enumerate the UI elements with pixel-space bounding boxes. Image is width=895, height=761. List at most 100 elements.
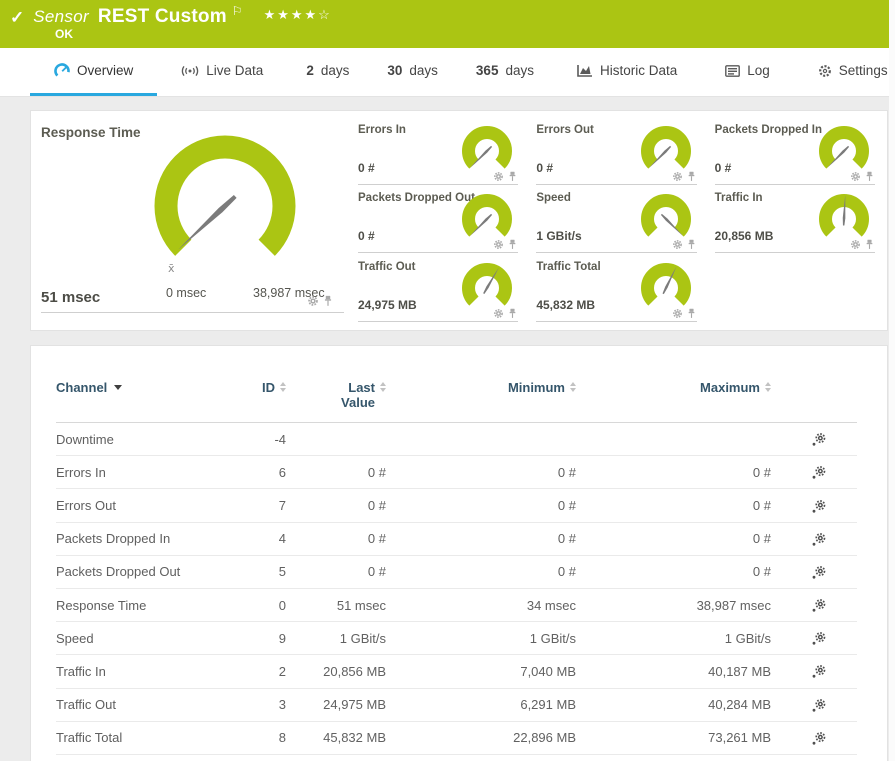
tab-365-days[interactable]: 365days [457,48,553,96]
channel-settings-icon[interactable] [811,565,826,580]
cell-last-value: 1 GBit/s [286,631,386,646]
sort-descending-icon [114,385,122,390]
cell-maximum: 0 # [576,531,771,546]
cell-id: 3 [231,697,286,712]
gauge-settings-gear-icon[interactable] [672,308,683,319]
cell-last-value: 0 # [286,564,386,579]
gauge-tile: Traffic Out 24,975 MB [358,254,518,322]
cell-maximum: 0 # [576,498,771,513]
gauge-settings-gear-icon[interactable] [493,171,504,182]
live-data-icon [181,64,199,78]
cell-channel: Packets Dropped In [56,531,231,546]
gauge-pin-icon[interactable] [322,295,334,307]
tab-settings[interactable]: Settings [794,48,889,96]
tab-2-days[interactable]: 2days [287,48,368,96]
historic-data-icon [577,64,593,77]
tab-log[interactable]: Log [701,48,794,96]
prtg-sensor-page: ✓ Sensor REST Custom ⚐ ★★★★☆ OK Overview [0,0,889,761]
cell-minimum: 1 GBit/s [386,631,576,646]
gauge-pin-icon[interactable] [507,171,518,182]
gauge-pin-icon[interactable] [686,239,697,250]
table-row[interactable]: Packets Dropped Out 5 0 # 0 # 0 # [56,556,857,589]
channel-table-panel: Channel ID Last Value Minimum Maximum [30,345,888,761]
gauge-pin-icon[interactable] [864,239,875,250]
cell-last-value: 45,832 MB [286,730,386,745]
channel-gauge-label: Traffic Total [536,261,600,273]
channel-settings-icon[interactable] [811,532,826,547]
table-row[interactable]: Errors In 6 0 # 0 # 0 # [56,456,857,489]
cell-channel: Response Time [56,598,231,613]
cell-last-value: 24,975 MB [286,697,386,712]
column-header-channel[interactable]: Channel [56,380,231,395]
cell-channel: Speed [56,631,231,646]
channel-gauge-value: 45,832 MB [536,298,595,312]
channel-settings-icon[interactable] [811,499,826,514]
cell-id: 7 [231,498,286,513]
table-row[interactable]: Traffic In 2 20,856 MB 7,040 MB 40,187 M… [56,655,857,688]
flag-icon[interactable]: ⚐ [232,4,243,18]
table-row[interactable]: Downtime -4 [56,423,857,456]
cell-id: -4 [231,432,286,447]
gauge-needle [176,194,237,251]
gauge-tile: Traffic In 20,856 MB [715,185,875,253]
table-row[interactable]: Errors Out 7 0 # 0 # 0 # [56,489,857,522]
channel-settings-icon[interactable] [811,631,826,646]
column-header-maximum[interactable]: Maximum [576,380,771,395]
cell-id: 2 [231,664,286,679]
channel-settings-icon[interactable] [811,432,826,447]
gauge-pin-icon[interactable] [864,171,875,182]
channel-settings-icon[interactable] [811,731,826,746]
tab-30-days[interactable]: 30days [368,48,457,96]
gauge-settings-gear-icon[interactable] [672,171,683,182]
priority-stars[interactable]: ★★★★☆ [264,7,332,23]
table-header-row: Channel ID Last Value Minimum Maximum [56,380,857,423]
gauge-pin-icon[interactable] [686,171,697,182]
channel-gauge [818,125,870,177]
table-row[interactable]: Packets Dropped In 4 0 # 0 # 0 # [56,523,857,556]
column-header-last-value[interactable]: Last Value [286,380,386,410]
gauge-icon [54,63,70,79]
mini-gauge-grid: Errors In 0 # Errors Out 0 # [358,117,875,322]
gauge-settings-gear-icon[interactable] [672,239,683,250]
gauge-settings-gear-icon[interactable] [850,171,861,182]
gauge-pin-icon[interactable] [686,308,697,319]
page-content: Response Time x̄ 0 msec 38,987 msec 51 m… [0,97,889,761]
column-header-minimum[interactable]: Minimum [386,380,576,395]
gauge-settings-gear-icon[interactable] [307,295,319,307]
channel-gauge-value: 24,975 MB [358,298,417,312]
cell-maximum: 0 # [576,465,771,480]
column-header-id[interactable]: ID [231,380,286,395]
channel-settings-icon[interactable] [811,465,826,480]
gauge-pin-icon[interactable] [507,308,518,319]
gauge-settings-gear-icon[interactable] [493,308,504,319]
tab-bar: Overview Live Data 2days 30days 365days [0,48,889,97]
table-row[interactable]: Speed 9 1 GBit/s 1 GBit/s 1 GBit/s [56,622,857,655]
gauge-pin-icon[interactable] [507,239,518,250]
channel-settings-icon[interactable] [811,664,826,679]
gauge-settings-gear-icon[interactable] [493,239,504,250]
channel-gauge [640,262,692,314]
gauge-settings-gear-icon[interactable] [850,239,861,250]
cell-maximum: 40,284 MB [576,697,771,712]
tab-historic-data[interactable]: Historic Data [553,48,701,96]
cell-maximum: 1 GBit/s [576,631,771,646]
tab-overview[interactable]: Overview [30,48,157,96]
cell-id: 4 [231,531,286,546]
settings-gear-icon [818,64,832,78]
sensor-name: REST Custom [98,6,227,28]
channel-gauge [461,125,513,177]
cell-maximum: 0 # [576,564,771,579]
channel-settings-icon[interactable] [811,698,826,713]
cell-maximum: 40,187 MB [576,664,771,679]
cell-minimum: 34 msec [386,598,576,613]
channel-gauge-label: Errors Out [536,124,594,136]
table-row[interactable]: Traffic Out 3 24,975 MB 6,291 MB 40,284 … [56,689,857,722]
gauge-tile: Packets Dropped In 0 # [715,117,875,185]
table-row[interactable]: Traffic Total 8 45,832 MB 22,896 MB 73,2… [56,722,857,755]
table-row[interactable]: Response Time 0 51 msec 34 msec 38,987 m… [56,589,857,622]
gauge-tile: Packets Dropped Out 0 # [358,185,518,253]
tab-live-data[interactable]: Live Data [157,48,287,96]
channel-settings-icon[interactable] [811,598,826,613]
channel-gauge [461,262,513,314]
cell-minimum: 0 # [386,465,576,480]
